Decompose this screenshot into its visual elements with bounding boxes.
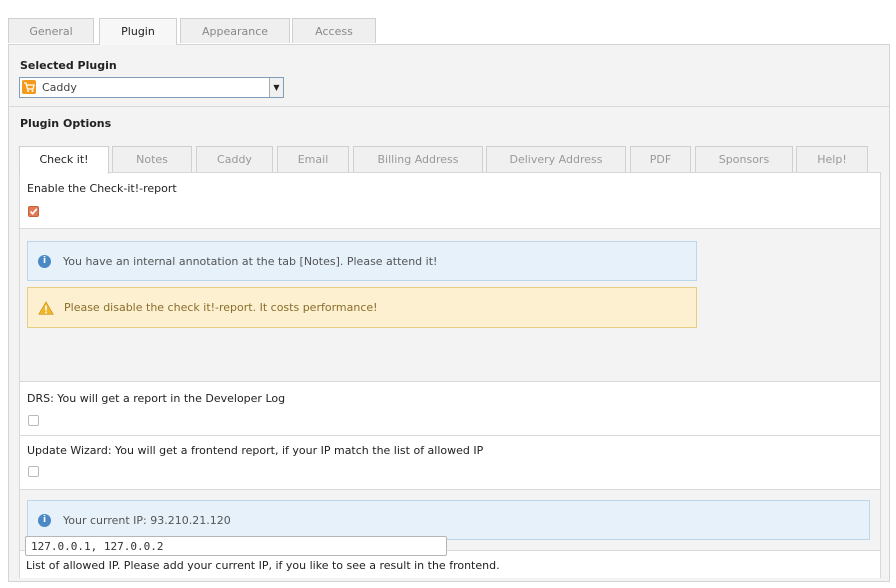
tab-notes-label: Notes — [136, 153, 168, 166]
update-wizard-label: Update Wizard: You will get a frontend r… — [27, 444, 484, 457]
info-icon: i — [38, 514, 51, 527]
drs-checkbox[interactable] — [28, 415, 39, 426]
tab-check-it[interactable]: Check it! — [19, 146, 109, 174]
tab-plugin[interactable]: Plugin — [99, 18, 177, 45]
tab-email-label: Email — [297, 153, 329, 166]
drs-row: DRS: You will get a report in the Develo… — [20, 382, 880, 435]
current-ip-info-box: i Your current IP: 93.210.21.120 — [27, 500, 870, 540]
tab-caddy[interactable]: Caddy — [196, 146, 273, 172]
tab-general[interactable]: General — [8, 18, 94, 43]
tab-appearance-label: Appearance — [201, 25, 269, 38]
tab-plugin-label: Plugin — [121, 25, 155, 38]
tab-access-label: Access — [315, 25, 353, 38]
enable-report-label: Enable the Check-it!-report — [27, 182, 177, 195]
allowed-ip-label: List of allowed IP. Please add your curr… — [26, 559, 500, 572]
tab-access[interactable]: Access — [292, 18, 376, 43]
plugin-panel: Selected Plugin Caddy ▼ Plugin Options C… — [8, 44, 890, 582]
plugin-select[interactable]: Caddy ▼ — [19, 77, 284, 98]
allowed-ip-input[interactable] — [25, 536, 447, 556]
divider — [9, 106, 889, 107]
top-tab-bar: General Plugin Appearance Access — [8, 18, 896, 45]
annotation-info-text: You have an internal annotation at the t… — [63, 255, 438, 268]
chevron-down-icon[interactable]: ▼ — [269, 78, 283, 97]
update-wizard-row: Update Wizard: You will get a frontend r… — [20, 436, 880, 489]
performance-warning-text: Please disable the check it!-report. It … — [64, 301, 378, 314]
warning-icon — [38, 301, 54, 315]
performance-warning-box: Please disable the check it!-report. It … — [27, 287, 697, 328]
tab-help-label: Help! — [817, 153, 847, 166]
current-ip-text: Your current IP: 93.210.21.120 — [63, 514, 231, 527]
selected-plugin-label: Selected Plugin — [20, 59, 117, 72]
tab-sponsors-label: Sponsors — [718, 153, 770, 166]
tab-appearance[interactable]: Appearance — [180, 18, 290, 43]
check-it-panel: Enable the Check-it!-report i You have a… — [19, 172, 881, 578]
divider — [20, 489, 880, 490]
tab-pdf[interactable]: PDF — [630, 146, 691, 172]
drs-label: DRS: You will get a report in the Develo… — [27, 392, 286, 405]
tab-help[interactable]: Help! — [796, 146, 868, 172]
plugin-options-tab-bar: Check it! Notes Caddy Email Billing Addr… — [19, 146, 881, 174]
tab-general-label: General — [29, 25, 73, 38]
tab-pdf-label: PDF — [649, 153, 672, 166]
enable-report-row: Enable the Check-it!-report — [20, 173, 880, 228]
tab-caddy-label: Caddy — [217, 153, 252, 166]
tab-billing-address-label: Billing Address — [377, 153, 459, 166]
info-icon: i — [38, 255, 51, 268]
cart-icon — [22, 80, 36, 94]
divider — [20, 228, 880, 229]
check-icon — [29, 208, 38, 216]
tab-delivery-address-label: Delivery Address — [509, 153, 603, 166]
tab-email[interactable]: Email — [277, 146, 349, 172]
tab-billing-address[interactable]: Billing Address — [353, 146, 483, 172]
plugin-options-label: Plugin Options — [20, 117, 112, 130]
annotation-info-box: i You have an internal annotation at the… — [27, 241, 697, 281]
tab-notes[interactable]: Notes — [112, 146, 192, 172]
enable-report-checkbox[interactable] — [28, 206, 39, 217]
plugin-select-value: Caddy — [42, 81, 77, 94]
tab-check-it-label: Check it! — [39, 153, 89, 166]
tab-delivery-address[interactable]: Delivery Address — [486, 146, 626, 172]
tab-sponsors[interactable]: Sponsors — [695, 146, 793, 172]
update-wizard-checkbox[interactable] — [28, 466, 39, 477]
